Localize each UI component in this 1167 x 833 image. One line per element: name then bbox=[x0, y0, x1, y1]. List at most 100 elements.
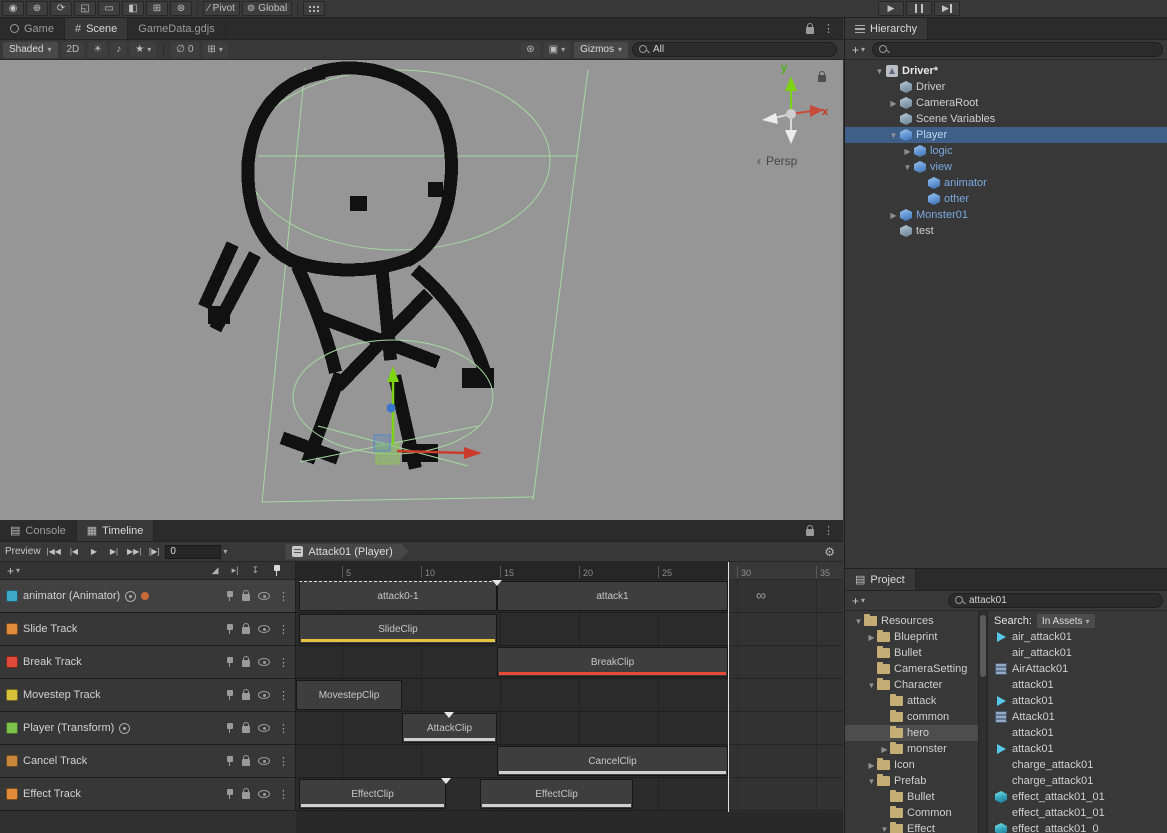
foldout-arrow[interactable]: ▶ bbox=[887, 211, 900, 220]
axis-y-label[interactable]: y bbox=[781, 62, 787, 74]
asset-item[interactable]: charge_attack01 bbox=[988, 773, 1167, 789]
folder-prefab[interactable]: ▼Prefab bbox=[845, 773, 987, 789]
camera-settings-dropdown[interactable] bbox=[544, 42, 570, 58]
view-tool-button[interactable] bbox=[2, 1, 24, 16]
pin-icon[interactable] bbox=[225, 690, 234, 701]
folder-resources[interactable]: ▼Resources bbox=[845, 613, 987, 629]
pin-icon[interactable] bbox=[225, 657, 234, 668]
lock-icon[interactable] bbox=[242, 693, 250, 700]
axis-x-label[interactable]: x bbox=[822, 106, 828, 118]
pin-icon[interactable] bbox=[225, 591, 234, 602]
folder-blueprint[interactable]: ▶Blueprint bbox=[845, 629, 987, 645]
track-binding-target-icon[interactable] bbox=[119, 723, 130, 734]
track-menu-icon[interactable] bbox=[278, 590, 289, 603]
move-tool-button[interactable] bbox=[26, 1, 48, 16]
foldout-arrow[interactable]: ▼ bbox=[887, 131, 900, 140]
timeline-breadcrumb[interactable]: Attack01 (Player) bbox=[285, 544, 408, 560]
step-button[interactable] bbox=[934, 1, 960, 16]
global-toggle-button[interactable]: Global bbox=[242, 1, 292, 16]
project-search[interactable] bbox=[948, 593, 1163, 608]
pivot-toggle-button[interactable]: Pivot bbox=[203, 1, 240, 16]
transform-tool-button[interactable] bbox=[122, 1, 144, 16]
scene-search-input[interactable] bbox=[653, 44, 830, 55]
gizmos-dropdown[interactable]: Gizmos bbox=[574, 42, 628, 58]
timeline-clip[interactable]: EffectClip bbox=[299, 779, 446, 809]
timeline-next-frame-button[interactable] bbox=[105, 544, 123, 560]
asset-item[interactable]: effect_attack01_01 bbox=[988, 805, 1167, 821]
folder-effect[interactable]: ▼Effect bbox=[845, 821, 987, 833]
hierarchy-item-test[interactable]: test bbox=[845, 223, 1167, 239]
hierarchy-item-animator[interactable]: animator bbox=[845, 175, 1167, 191]
grid-tool-button[interactable] bbox=[146, 1, 168, 16]
clip-marker-icon[interactable] bbox=[444, 712, 454, 718]
timeline-clip[interactable]: attack1 bbox=[497, 581, 728, 611]
folder-bullet2[interactable]: Bullet bbox=[845, 789, 987, 805]
timeline-duration-marker[interactable] bbox=[728, 562, 729, 812]
track-binding-target-icon[interactable] bbox=[125, 591, 136, 602]
asset-item[interactable]: attack01 bbox=[988, 725, 1167, 741]
track-menu-icon[interactable] bbox=[278, 722, 289, 735]
create-object-button[interactable]: + bbox=[849, 43, 868, 57]
lock-icon[interactable] bbox=[242, 627, 250, 634]
project-search-input[interactable] bbox=[969, 595, 1156, 606]
hierarchy-item-monster01[interactable]: ▶Monster01 bbox=[845, 207, 1167, 223]
preview-toggle[interactable]: Preview bbox=[3, 544, 43, 560]
add-track-button[interactable]: + bbox=[4, 564, 23, 578]
play-button[interactable] bbox=[878, 1, 904, 16]
markers-toggle-icon[interactable] bbox=[272, 565, 281, 576]
folder-hero[interactable]: hero bbox=[845, 725, 987, 741]
effects-dropdown[interactable] bbox=[130, 42, 156, 58]
timeline-clip[interactable]: EffectClip bbox=[480, 779, 633, 809]
clip-edge-snap-icon[interactable] bbox=[232, 565, 239, 576]
asset-item[interactable]: attack01 bbox=[988, 693, 1167, 709]
eye-icon[interactable] bbox=[258, 724, 270, 732]
track-header-slide[interactable]: Slide Track bbox=[0, 613, 296, 645]
search-scope-dropdown[interactable]: In Assets bbox=[1037, 614, 1095, 628]
foldout-arrow[interactable]: ▶ bbox=[887, 99, 900, 108]
tab-timeline[interactable]: Timeline bbox=[77, 520, 155, 541]
lock-icon[interactable] bbox=[806, 27, 814, 34]
tab-game[interactable]: Game bbox=[0, 18, 65, 39]
audio-toggle[interactable] bbox=[111, 42, 126, 58]
asset-item[interactable]: air_attack01 bbox=[988, 645, 1167, 661]
panel-menu-icon[interactable] bbox=[823, 524, 834, 537]
timeline-clip[interactable]: attack0-1 bbox=[299, 581, 497, 611]
foldout-arrow[interactable]: ▶ bbox=[901, 147, 914, 156]
asset-item[interactable]: attack01 bbox=[988, 741, 1167, 757]
pin-icon[interactable] bbox=[225, 624, 234, 635]
asset-item[interactable]: Attack01 bbox=[988, 709, 1167, 725]
foldout-arrow[interactable]: ▶ bbox=[866, 633, 877, 642]
timeline-clip[interactable]: BreakClip bbox=[497, 647, 728, 677]
track-header-animator[interactable]: animator (Animator) bbox=[0, 580, 296, 612]
folder-icon-dir[interactable]: ▶Icon bbox=[845, 757, 987, 773]
record-indicator-icon[interactable] bbox=[141, 592, 149, 600]
foldout-arrow[interactable]: ▼ bbox=[866, 777, 877, 786]
lock-icon[interactable] bbox=[242, 759, 250, 766]
eye-icon[interactable] bbox=[258, 790, 270, 798]
clip-marker-icon[interactable] bbox=[441, 778, 451, 784]
asset-item[interactable]: charge_attack01 bbox=[988, 757, 1167, 773]
tab-console[interactable]: Console bbox=[0, 520, 77, 541]
custom-tool-button[interactable] bbox=[170, 1, 192, 16]
folder-bullet[interactable]: Bullet bbox=[845, 645, 987, 661]
foldout-arrow[interactable]: ▼ bbox=[866, 681, 877, 690]
scale-tool-button[interactable] bbox=[74, 1, 96, 16]
hierarchy-item-driver-scene[interactable]: ▼Driver* bbox=[845, 63, 1167, 79]
hierarchy-item-view[interactable]: ▼view bbox=[845, 159, 1167, 175]
timeline-clip[interactable]: CancelClip bbox=[497, 746, 728, 776]
gizmo-lock-icon[interactable] bbox=[818, 75, 826, 82]
clip-marker-icon[interactable] bbox=[492, 580, 502, 586]
timeline-play-button[interactable] bbox=[85, 544, 103, 560]
scene-viewport[interactable]: y x Persp bbox=[0, 60, 843, 520]
folders-scrollbar[interactable] bbox=[978, 611, 987, 833]
foldout-arrow[interactable]: ▶ bbox=[879, 745, 890, 754]
foldout-arrow[interactable]: ▶ bbox=[866, 761, 877, 770]
eye-icon[interactable] bbox=[258, 592, 270, 600]
track-menu-icon[interactable] bbox=[278, 788, 289, 801]
snap-grid-button[interactable] bbox=[303, 1, 325, 16]
lock-icon[interactable] bbox=[242, 792, 250, 799]
hierarchy-item-scene-variables[interactable]: Scene Variables bbox=[845, 111, 1167, 127]
timeline-end-button[interactable] bbox=[125, 544, 143, 560]
eye-icon[interactable] bbox=[258, 691, 270, 699]
eye-icon[interactable] bbox=[258, 658, 270, 666]
